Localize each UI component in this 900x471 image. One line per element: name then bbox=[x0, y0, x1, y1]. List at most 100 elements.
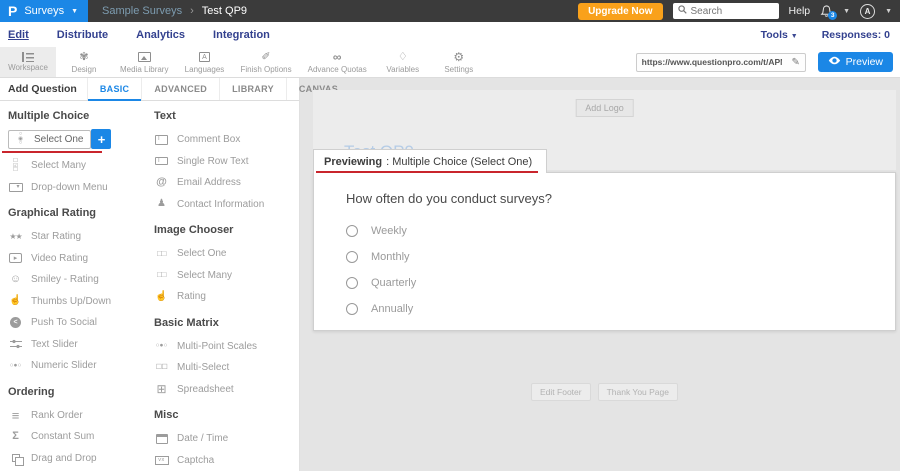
question-type-dropdown-menu[interactable]: Drop-down Menu bbox=[8, 177, 154, 199]
option-monthly[interactable]: Monthly bbox=[346, 244, 863, 270]
section-title: Basic Matrix bbox=[154, 317, 299, 329]
question-type-spreadsheet[interactable]: Spreadsheet bbox=[154, 379, 299, 401]
toolbar-settings[interactable]: Settings bbox=[431, 47, 487, 77]
section-title: Image Chooser bbox=[154, 224, 299, 236]
notifications-bell-icon[interactable]: 3 bbox=[820, 5, 833, 18]
thank-you-page-button[interactable]: Thank You Page bbox=[598, 383, 678, 401]
question-type-image-select-many[interactable]: Select Many bbox=[154, 265, 299, 287]
toolbar-label: Workspace bbox=[8, 63, 48, 72]
question-type-label: Text Slider bbox=[31, 339, 78, 350]
nav-tab-analytics[interactable]: Analytics bbox=[136, 29, 199, 41]
question-type-captcha[interactable]: Captcha bbox=[154, 450, 299, 471]
question-type-label: Comment Box bbox=[177, 134, 240, 145]
question-type-label: Spreadsheet bbox=[177, 384, 234, 395]
breadcrumb-sample-surveys[interactable]: Sample Surveys bbox=[102, 5, 182, 17]
question-type-label: Rating bbox=[177, 291, 206, 302]
question-type-label: Star Rating bbox=[31, 231, 81, 242]
panel-title: Add Question bbox=[0, 78, 87, 100]
search-input[interactable] bbox=[691, 6, 774, 17]
question-type-image-rating[interactable]: Rating bbox=[154, 286, 299, 308]
add-logo-button[interactable]: Add Logo bbox=[575, 99, 634, 117]
single-row-text-icon bbox=[155, 157, 168, 165]
responses-count[interactable]: Responses: 0 bbox=[822, 29, 890, 41]
help-link[interactable]: Help bbox=[789, 5, 811, 17]
edit-url-pencil-icon[interactable]: ✎ bbox=[787, 54, 805, 71]
nav-tab-distribute[interactable]: Distribute bbox=[57, 29, 122, 41]
share-icon bbox=[10, 317, 21, 328]
previewing-detail: : Multiple Choice (Select One) bbox=[386, 156, 532, 168]
chevron-down-icon: ▼ bbox=[843, 8, 850, 15]
toolbar-workspace[interactable]: Workspace bbox=[0, 47, 56, 77]
toolbar-design[interactable]: Design bbox=[56, 47, 112, 77]
question-type-star-rating[interactable]: Star Rating bbox=[8, 226, 154, 248]
radio-icon[interactable] bbox=[346, 277, 358, 289]
panel-body: Multiple Choice Select One + bbox=[0, 101, 299, 471]
tab-advanced[interactable]: ADVANCED bbox=[141, 78, 219, 100]
question-type-select-many[interactable]: Select Many bbox=[8, 155, 154, 177]
option-weekly[interactable]: Weekly bbox=[346, 218, 863, 244]
question-type-label: Numeric Slider bbox=[31, 360, 97, 371]
survey-toolbar: Workspace Design Media Library Languages… bbox=[0, 47, 900, 78]
upgrade-now-button[interactable]: Upgrade Now bbox=[578, 3, 662, 20]
toolbar-media-library[interactable]: Media Library bbox=[112, 47, 176, 77]
question-type-numeric-slider[interactable]: Numeric Slider bbox=[8, 355, 154, 377]
edit-footer-button[interactable]: Edit Footer bbox=[531, 383, 591, 401]
question-type-smiley-rating[interactable]: Smiley - Rating bbox=[8, 269, 154, 291]
preview-button[interactable]: Preview bbox=[818, 52, 893, 72]
add-question-plus-button[interactable]: + bbox=[91, 129, 111, 149]
toolbar-label: Advance Quotas bbox=[308, 65, 367, 74]
question-type-image-select-one[interactable]: Select One bbox=[154, 243, 299, 265]
question-type-drag-and-drop[interactable]: Drag and Drop bbox=[8, 448, 154, 470]
toolbar-variables[interactable]: Variables bbox=[375, 47, 431, 77]
tab-basic[interactable]: BASIC bbox=[87, 78, 142, 100]
toolbar-label: Settings bbox=[444, 65, 473, 74]
question-type-date-time[interactable]: Date / Time bbox=[154, 428, 299, 450]
previewing-label: Previewing bbox=[324, 156, 382, 168]
toolbar-languages[interactable]: Languages bbox=[176, 47, 232, 77]
question-type-email-address[interactable]: Email Address bbox=[154, 172, 299, 194]
toolbar-advance-quotas[interactable]: Advance Quotas bbox=[300, 47, 375, 77]
question-type-constant-sum[interactable]: Constant Sum bbox=[8, 426, 154, 448]
question-type-text-slider[interactable]: Text Slider bbox=[8, 334, 154, 356]
section-title: Graphical Rating bbox=[8, 207, 154, 219]
tools-dropdown[interactable]: Tools ▼ bbox=[761, 29, 798, 41]
option-label: Annually bbox=[371, 303, 413, 315]
questionpro-app: P Surveys ▼ Sample Surveys › Test QP9 Up… bbox=[0, 0, 900, 471]
topbar-right-cluster: Upgrade Now Help 3 ▼ A ▼ bbox=[578, 3, 900, 20]
question-type-video-rating[interactable]: Video Rating bbox=[8, 248, 154, 270]
option-quarterly[interactable]: Quarterly bbox=[346, 270, 863, 296]
option-label: Monthly bbox=[371, 251, 410, 263]
tab-library[interactable]: LIBRARY bbox=[219, 78, 286, 100]
question-type-thumbs-up-down[interactable]: Thumbs Up/Down bbox=[8, 291, 154, 313]
selected-highlight-underline bbox=[2, 151, 102, 153]
option-annually[interactable]: Annually bbox=[346, 296, 863, 322]
nav-items: Edit Distribute Analytics Integration bbox=[0, 29, 298, 41]
radio-icon[interactable] bbox=[346, 303, 358, 315]
option-label: Quarterly bbox=[371, 277, 416, 289]
radio-icon[interactable] bbox=[346, 225, 358, 237]
section-title: Misc bbox=[154, 409, 299, 421]
toolbar-finish-options[interactable]: Finish Options bbox=[232, 47, 299, 77]
survey-url-input[interactable] bbox=[637, 57, 787, 67]
question-type-select-one[interactable]: Select One + bbox=[8, 129, 154, 149]
nav-tab-edit[interactable]: Edit bbox=[8, 29, 43, 41]
question-type-rank-order[interactable]: Rank Order bbox=[8, 405, 154, 427]
toolbar-right-cluster: ✎ Preview bbox=[636, 47, 900, 77]
question-type-label: Contact Information bbox=[177, 199, 264, 210]
question-type-multi-select[interactable]: Multi-Select bbox=[154, 357, 299, 379]
multi-select-icon bbox=[154, 364, 169, 371]
surveys-menu-label: Surveys bbox=[24, 5, 64, 17]
top-bar: P Surveys ▼ Sample Surveys › Test QP9 Up… bbox=[0, 0, 900, 22]
nav-tab-integration[interactable]: Integration bbox=[213, 29, 284, 41]
radio-icon[interactable] bbox=[346, 251, 358, 263]
chevron-down-icon: ▼ bbox=[71, 8, 78, 15]
question-type-comment-box[interactable]: Comment Box bbox=[154, 129, 299, 151]
avatar[interactable]: A bbox=[860, 4, 875, 19]
question-type-contact-information[interactable]: Contact Information bbox=[154, 194, 299, 216]
surveys-menu[interactable]: P Surveys ▼ bbox=[0, 0, 88, 22]
questionpro-logo: P bbox=[8, 4, 17, 18]
question-type-push-to-social[interactable]: Push To Social bbox=[8, 312, 154, 334]
image-rating-thumb-icon bbox=[154, 292, 169, 302]
question-type-multi-point-scales[interactable]: Multi-Point Scales bbox=[154, 336, 299, 358]
question-type-single-row-text[interactable]: Single Row Text bbox=[154, 151, 299, 173]
